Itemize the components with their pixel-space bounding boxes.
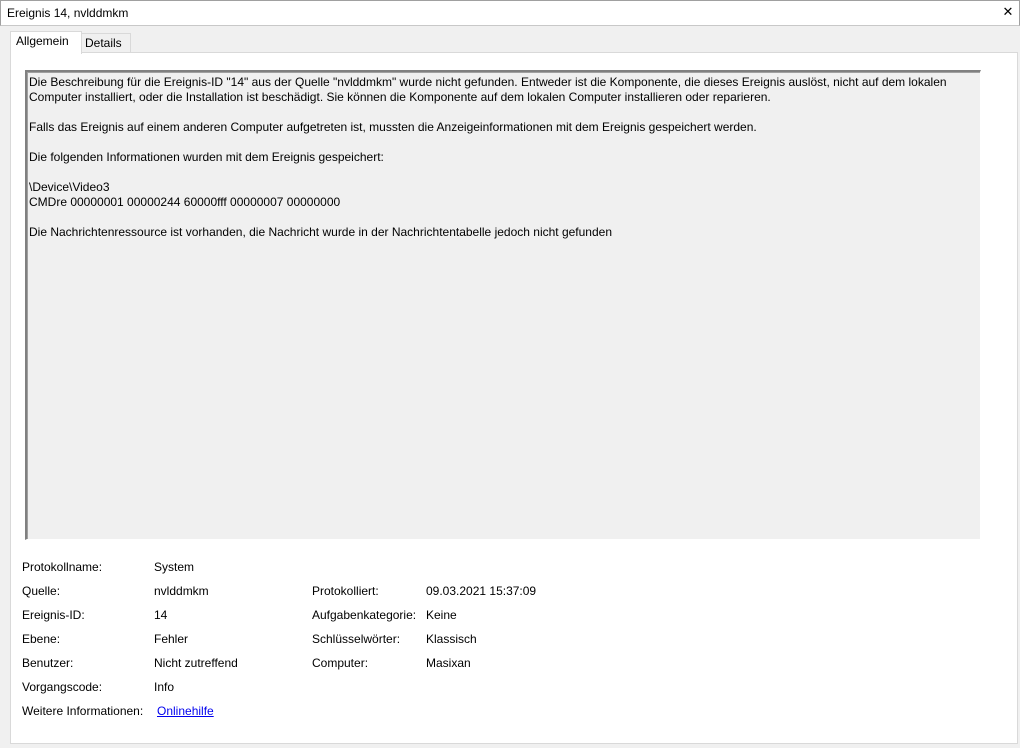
log-name-value: System: [154, 560, 195, 574]
opcode-label: Vorgangscode:: [22, 680, 103, 694]
task-category-label: Aufgabenkategorie:: [312, 608, 417, 622]
user-value: Nicht zutreffend: [154, 656, 238, 670]
level-value: Fehler: [154, 632, 189, 646]
logged-label: Protokolliert:: [312, 584, 379, 598]
description-data: CMDre 00000001 00000244 60000fff 0000000…: [29, 195, 341, 209]
level-label: Ebene:: [22, 632, 61, 646]
description-device: \Device\Video3: [29, 180, 110, 194]
opcode-value: Info: [154, 680, 175, 694]
general-panel: Die Beschreibung für die Ereignis-ID "14…: [10, 52, 1018, 744]
task-category-value: Keine: [426, 608, 457, 622]
online-help-link[interactable]: Onlinehilfe: [157, 704, 214, 718]
description-paragraph: Die Nachrichtenressource ist vorhanden, …: [29, 225, 612, 239]
source-label: Quelle:: [22, 584, 61, 598]
keywords-label: Schlüsselwörter:: [312, 632, 401, 646]
more-info-label: Weitere Informationen:: [22, 704, 144, 718]
computer-value: Masixan: [426, 656, 471, 670]
tab-details[interactable]: Details: [79, 33, 131, 53]
tab-general[interactable]: Allgemein: [10, 31, 82, 54]
keywords-value: Klassisch: [426, 632, 477, 646]
source-value: nvlddmkm: [154, 584, 209, 598]
window-title: Ereignis 14, nvlddmkm: [7, 6, 129, 20]
description-paragraph: Die folgenden Informationen wurden mit d…: [29, 150, 384, 164]
event-id-label: Ereignis-ID:: [22, 608, 85, 622]
user-label: Benutzer:: [22, 656, 74, 670]
title-bar: Ereignis 14, nvlddmkm ✕: [0, 0, 1020, 26]
logged-value: 09.03.2021 15:37:09: [426, 584, 537, 598]
close-icon[interactable]: ✕: [1001, 4, 1015, 20]
description-box[interactable]: Die Beschreibung für die Ereignis-ID "14…: [25, 70, 981, 540]
log-name-label: Protokollname:: [22, 560, 103, 574]
description-paragraph: Falls das Ereignis auf einem anderen Com…: [29, 120, 757, 134]
computer-label: Computer:: [312, 656, 369, 670]
event-id-value: 14: [154, 608, 168, 622]
description-paragraph: Die Beschreibung für die Ereignis-ID "14…: [29, 75, 950, 104]
